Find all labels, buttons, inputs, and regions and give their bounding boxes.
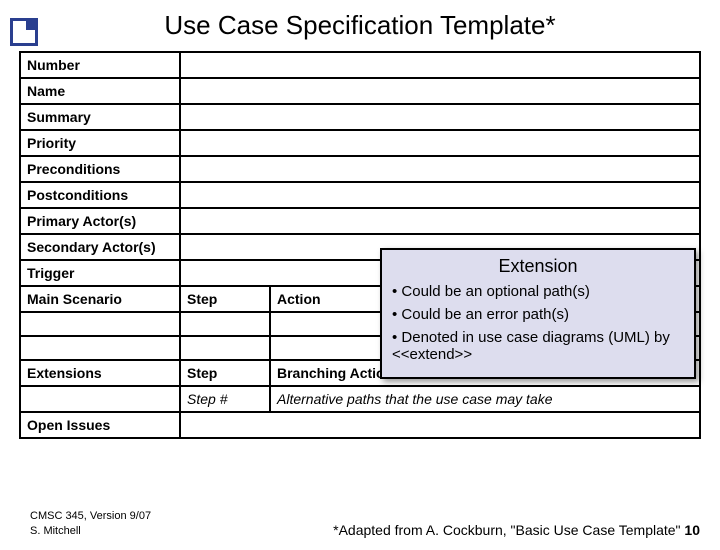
value-cell — [180, 52, 700, 78]
table-row: Postconditions — [20, 182, 700, 208]
table-row: Open Issues — [20, 412, 700, 438]
label-main-scenario: Main Scenario — [20, 286, 180, 312]
footer-right: *Adapted from A. Cockburn, "Basic Use Ca… — [333, 522, 700, 538]
label-primary-actors: Primary Actor(s) — [20, 208, 180, 234]
table-row: Preconditions — [20, 156, 700, 182]
table-row: Number — [20, 52, 700, 78]
label-secondary-actors: Secondary Actor(s) — [20, 234, 180, 260]
callout-bullet: • Denoted in use case diagrams (UML) by … — [392, 329, 684, 363]
label-postconditions: Postconditions — [20, 182, 180, 208]
table-row: Step # Alternative paths that the use ca… — [20, 386, 700, 412]
empty-cell — [20, 386, 180, 412]
table-row: Summary — [20, 104, 700, 130]
label-number: Number — [20, 52, 180, 78]
table-row: Name — [20, 78, 700, 104]
footer-author: S. Mitchell — [30, 525, 81, 537]
footer-citation: *Adapted from A. Cockburn, "Basic Use Ca… — [333, 522, 680, 538]
extension-callout: Extension • Could be an optional path(s)… — [380, 248, 696, 379]
callout-heading: Extension — [392, 256, 684, 277]
label-preconditions: Preconditions — [20, 156, 180, 182]
page-title: Use Case Specification Template* — [0, 10, 720, 41]
value-cell — [180, 104, 700, 130]
table-row: Primary Actor(s) — [20, 208, 700, 234]
footer-left: CMSC 345, Version 9/07 S. Mitchell — [30, 509, 151, 538]
value-cell — [180, 78, 700, 104]
alt-paths-text: Alternative paths that the use case may … — [270, 386, 700, 412]
value-cell — [180, 130, 700, 156]
value-cell — [180, 412, 700, 438]
empty-cell — [20, 336, 180, 360]
label-summary: Summary — [20, 104, 180, 130]
label-priority: Priority — [20, 130, 180, 156]
callout-bullet: • Could be an error path(s) — [392, 306, 684, 323]
empty-cell — [180, 336, 270, 360]
label-trigger: Trigger — [20, 260, 180, 286]
page-number: 10 — [684, 522, 700, 538]
label-open-issues: Open Issues — [20, 412, 180, 438]
header-step: Step — [180, 286, 270, 312]
logo-square — [10, 18, 38, 46]
value-cell — [180, 156, 700, 182]
callout-bullet: • Could be an optional path(s) — [392, 283, 684, 300]
header-step: Step — [180, 360, 270, 386]
value-cell — [180, 208, 700, 234]
value-cell — [180, 182, 700, 208]
step-number: Step # — [180, 386, 270, 412]
label-extensions: Extensions — [20, 360, 180, 386]
table-row: Priority — [20, 130, 700, 156]
footer-course: CMSC 345, Version 9/07 — [30, 510, 151, 522]
empty-cell — [20, 312, 180, 336]
use-case-table: Number Name Summary Priority Preconditio… — [19, 51, 701, 439]
label-name: Name — [20, 78, 180, 104]
empty-cell — [180, 312, 270, 336]
